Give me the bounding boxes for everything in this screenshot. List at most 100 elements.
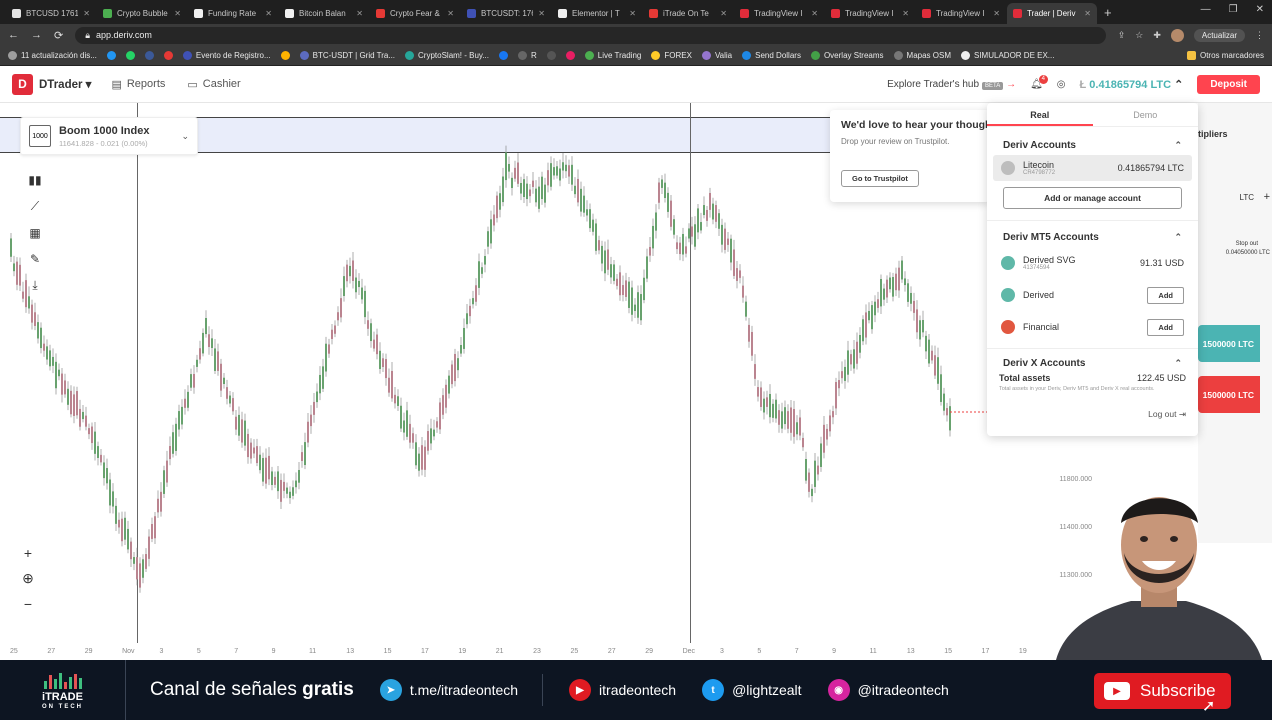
puzzle-icon[interactable]: ✚ bbox=[1153, 30, 1161, 41]
browser-tab[interactable]: Elementor | T ✕ bbox=[552, 3, 642, 24]
url-field[interactable]: 🔒︎ app.deriv.com bbox=[75, 26, 1106, 44]
chart-type-icon[interactable]: ▮▮ bbox=[28, 173, 41, 187]
go-to-trustpilot-button[interactable]: Go to Trustpilot bbox=[841, 170, 919, 187]
browser-tab[interactable]: iTrade On Te ✕ bbox=[643, 3, 733, 24]
bookmark-item[interactable]: Evento de Registro... bbox=[182, 51, 271, 60]
buy-down-button[interactable]: 1500000 LTC bbox=[1198, 376, 1260, 413]
add-derived-button[interactable]: Add bbox=[1147, 286, 1184, 304]
close-tab-icon[interactable]: ✕ bbox=[720, 9, 727, 18]
browser-tab[interactable]: BTCUSD 1761 ✕ bbox=[6, 3, 96, 24]
bookmark-item[interactable]: Send Dollars bbox=[742, 51, 801, 60]
browser-tab[interactable]: Crypto Fear & ✕ bbox=[370, 3, 460, 24]
close-tab-icon[interactable]: ✕ bbox=[447, 9, 454, 18]
mt5-derived-svg-account[interactable]: Derived SVG 41374594 91.31 USD bbox=[987, 247, 1198, 279]
notifications-button[interactable]: 🔔︎ 4 bbox=[1030, 75, 1048, 90]
reports-link[interactable]: ▤ Reports bbox=[111, 78, 165, 91]
instagram-link[interactable]: ◉ @itradeontech bbox=[827, 679, 949, 701]
browser-tab[interactable]: BTCUSDT: 176 ✕ bbox=[461, 3, 551, 24]
deriv-x-accounts-header[interactable]: Deriv X Accounts ⌃ bbox=[987, 353, 1198, 373]
templates-icon[interactable]: ▦ bbox=[29, 226, 40, 240]
telegram-link[interactable]: ➤ t.me/itradeontech bbox=[379, 679, 518, 701]
avatar[interactable] bbox=[1170, 28, 1184, 42]
cashier-icon: ▭ bbox=[187, 78, 198, 91]
account-settings-icon[interactable]: ◎ bbox=[1057, 79, 1066, 90]
zoom-out-icon[interactable]: − bbox=[24, 596, 32, 612]
bookmark-item[interactable]: Overlay Streams bbox=[810, 51, 884, 60]
bookmark-item[interactable]: SIMULADOR DE EX... bbox=[961, 51, 1054, 60]
mt5-accounts-header[interactable]: Deriv MT5 Accounts ⌃ bbox=[987, 227, 1198, 247]
close-tab-icon[interactable]: ✕ bbox=[629, 9, 636, 18]
bookmark-item[interactable]: CryptoSlam! - Buy... bbox=[405, 51, 489, 60]
close-tab-icon[interactable]: ✕ bbox=[1084, 9, 1091, 18]
other-bookmarks[interactable]: Otros marcadores bbox=[1186, 51, 1264, 60]
browser-tab[interactable]: Crypto Bubble ✕ bbox=[97, 3, 187, 24]
account-balance-switcher[interactable]: Ł 0.41865794 LTC ⌃ bbox=[1080, 78, 1184, 91]
deriv-accounts-header[interactable]: Deriv Accounts ⌃ bbox=[987, 135, 1198, 155]
crosshair-icon[interactable]: ⊕ bbox=[22, 570, 34, 587]
logout-button[interactable]: Log out ⇥ bbox=[987, 395, 1198, 420]
share-icon[interactable]: ⇪ bbox=[1118, 30, 1126, 41]
update-button[interactable]: Actualizar bbox=[1193, 28, 1245, 42]
tab-demo[interactable]: Demo bbox=[1093, 103, 1199, 126]
bookmark-item[interactable] bbox=[144, 51, 154, 60]
close-window-icon[interactable]: ✕ bbox=[1256, 4, 1264, 15]
close-tab-icon[interactable]: ✕ bbox=[538, 9, 545, 18]
plus-icon[interactable]: + bbox=[1264, 191, 1270, 203]
new-tab-icon[interactable]: + bbox=[1104, 3, 1112, 24]
browser-tab[interactable]: TradingView I ✕ bbox=[734, 3, 824, 24]
minimize-icon[interactable]: — bbox=[1201, 4, 1211, 15]
close-tab-icon[interactable]: ✕ bbox=[902, 9, 909, 18]
bookmark-item[interactable]: 11 actualización dis... bbox=[8, 51, 97, 60]
bookmark-item[interactable]: Mapas OSM bbox=[893, 51, 951, 60]
download-icon[interactable]: ⤓ bbox=[32, 278, 37, 293]
bookmark-item[interactable] bbox=[565, 51, 575, 60]
drawing-tools-icon[interactable]: ✎ bbox=[30, 252, 40, 266]
add-financial-button[interactable]: Add bbox=[1147, 318, 1184, 336]
tab-real[interactable]: Real bbox=[987, 103, 1093, 126]
star-icon[interactable]: ☆ bbox=[1135, 30, 1143, 41]
bookmark-item[interactable] bbox=[163, 51, 173, 60]
bookmark-item[interactable]: Live Trading bbox=[584, 51, 641, 60]
bookmark-item[interactable] bbox=[106, 51, 116, 60]
buy-up-button[interactable]: 1500000 LTC bbox=[1198, 325, 1260, 362]
browser-tab[interactable]: Funding Rate ✕ bbox=[188, 3, 278, 24]
reload-icon[interactable]: ⟳ bbox=[54, 29, 63, 42]
symbol-selector[interactable]: 1000 Boom 1000 Index 11641.828 - 0.021 (… bbox=[20, 117, 198, 155]
bookmark-item[interactable] bbox=[546, 51, 556, 60]
close-tab-icon[interactable]: ✕ bbox=[356, 9, 363, 18]
back-icon[interactable]: ← bbox=[8, 29, 19, 41]
bookmark-item[interactable] bbox=[125, 51, 135, 60]
twitter-link[interactable]: t @lightzealt bbox=[702, 679, 802, 701]
close-tab-icon[interactable]: ✕ bbox=[265, 9, 272, 18]
lock-icon: 🔒︎ bbox=[85, 29, 91, 40]
bookmark-item[interactable] bbox=[280, 51, 290, 60]
close-tab-icon[interactable]: ✕ bbox=[811, 9, 818, 18]
browser-tab[interactable]: Bitcoin Balan ✕ bbox=[279, 3, 369, 24]
explore-traders-hub[interactable]: Explore Trader's hub BETA → bbox=[887, 79, 1016, 90]
indicators-icon[interactable]: ⟋ bbox=[31, 199, 39, 214]
add-or-manage-account-button[interactable]: Add or manage account bbox=[1003, 187, 1182, 209]
close-tab-icon[interactable]: ✕ bbox=[83, 9, 90, 18]
litecoin-account[interactable]: Litecoin CR4798772 0.41865794 LTC bbox=[993, 155, 1192, 181]
bookmark-item[interactable]: BTC-USDT | Grid Tra... bbox=[299, 51, 395, 60]
bookmark-item[interactable]: Valia bbox=[701, 51, 732, 60]
trade-type-label[interactable]: tipliers bbox=[1198, 129, 1228, 139]
menu-icon[interactable]: ⋮ bbox=[1255, 30, 1264, 41]
deriv-logo[interactable]: D bbox=[12, 73, 33, 95]
browser-tab[interactable]: Trader | Deriv ✕ bbox=[1007, 3, 1097, 24]
dtrader-menu[interactable]: DTrader ▾ bbox=[39, 77, 91, 91]
x-axis: 25 27 29 Nov 3 5 7 9 11 13 15 17 19 21 23 25 27 29 Dec 3 5 7 9… bbox=[0, 645, 1042, 661]
bookmark-item[interactable]: R bbox=[518, 51, 537, 60]
bookmark-item[interactable]: FOREX bbox=[651, 51, 692, 60]
close-tab-icon[interactable]: ✕ bbox=[174, 9, 181, 18]
restore-icon[interactable]: ❐ bbox=[1229, 4, 1238, 15]
browser-tab[interactable]: TradingView I ✕ bbox=[916, 3, 1006, 24]
zoom-in-icon[interactable]: + bbox=[24, 545, 32, 561]
deposit-button[interactable]: Deposit bbox=[1197, 75, 1260, 94]
browser-tab[interactable]: TradingView I ✕ bbox=[825, 3, 915, 24]
forward-icon[interactable]: → bbox=[31, 29, 42, 41]
youtube-link[interactable]: ▶ itradeontech bbox=[569, 679, 676, 701]
cashier-link[interactable]: ▭ Cashier bbox=[187, 78, 240, 91]
bookmark-item[interactable] bbox=[499, 51, 508, 60]
close-tab-icon[interactable]: ✕ bbox=[993, 9, 1000, 18]
